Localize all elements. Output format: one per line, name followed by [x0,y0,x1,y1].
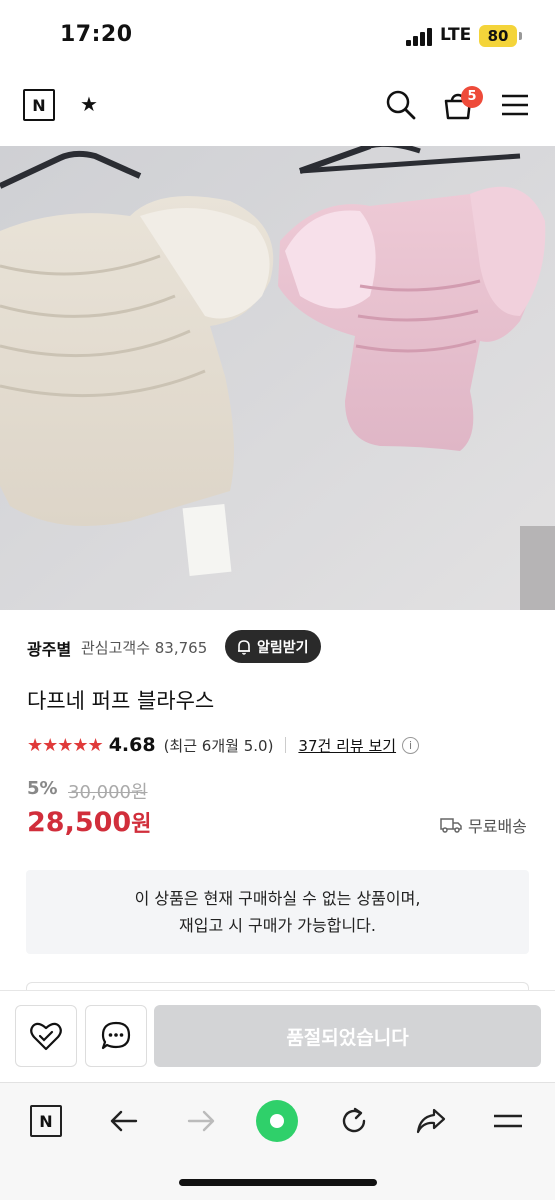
green-dot-button[interactable] [253,1097,301,1145]
alert-button[interactable]: 알림받기 [225,630,321,663]
chat-button[interactable] [85,1005,147,1067]
rating-stars-icon: ★★★★★ [27,734,104,756]
battery-icon: 80 [479,25,517,47]
alert-button-label: 알림받기 [257,639,309,656]
follower-count: 관심고객수 83,765 [81,639,208,657]
signal-icon [406,28,434,46]
seller-name[interactable]: 광주별 [27,636,71,660]
star-icon[interactable]: ★ [80,92,98,116]
notice-line-2: 재입고 시 구매가 가능합니다. [179,916,376,935]
arrow-left-icon [110,1110,138,1132]
refresh-button[interactable] [330,1097,378,1145]
search-icon[interactable] [384,88,418,122]
rating-recent: (최근 6개월 5.0) [163,736,274,755]
share-button[interactable] [407,1097,455,1145]
info-icon[interactable]: i [402,736,420,754]
refresh-icon [342,1107,366,1133]
wishlist-button[interactable] [15,1005,77,1067]
shipping-label: 무료배송 [468,817,527,836]
soldout-notice: 이 상품은 현재 구매하실 수 없는 상품이며, 재입고 시 구매가 가능합니다… [26,870,529,954]
price-unit: 원 [131,812,152,837]
discount-rate: 5% [27,778,58,799]
rating-value: 4.68 [108,734,156,756]
back-button[interactable] [100,1097,148,1145]
bell-plus-icon [238,639,250,655]
original-price: 30,000원 [68,782,148,803]
forward-button[interactable] [177,1097,225,1145]
action-bar: 품절되었습니다 [0,990,555,1082]
header: N ★ 5 [0,70,555,146]
heart-check-icon [30,1022,62,1051]
soldout-button[interactable]: 품절되었습니다 [154,1005,541,1067]
product-image[interactable] [0,146,555,610]
chat-icon [101,1021,131,1050]
browser-home-button[interactable]: N [22,1097,70,1145]
logo-icon[interactable]: N [23,89,55,121]
browser-menu-button[interactable] [484,1097,532,1145]
rating-row: ★★★★★ 4.68 (최근 6개월 5.0) 37건 리뷰 보기 i [27,732,420,758]
sale-price: 28,500원 [27,806,151,838]
green-dot-icon [256,1100,298,1142]
arrow-right-icon [187,1110,215,1132]
divider [285,737,287,753]
home-indicator [179,1179,377,1186]
status-time: 17:20 [60,22,133,47]
product-title: 다프네 퍼프 블라우스 [27,689,215,713]
menu-icon[interactable] [498,88,532,122]
status-bar: 17:20 LTE 80 [0,0,555,70]
truck-icon [440,818,462,833]
share-icon [416,1108,446,1134]
menu-icon [494,1114,522,1128]
review-link[interactable]: 37건 리뷰 보기 [298,735,396,756]
sale-price-value: 28,500 [27,807,132,838]
cart-badge: 5 [461,86,483,108]
browser-logo-icon: N [30,1105,62,1137]
shipping-info: 무료배송 [440,813,527,837]
notice-line-1: 이 상품은 현재 구매하실 수 없는 상품이며, [134,889,421,908]
network-label: LTE [440,25,472,45]
battery-tip [519,32,522,40]
